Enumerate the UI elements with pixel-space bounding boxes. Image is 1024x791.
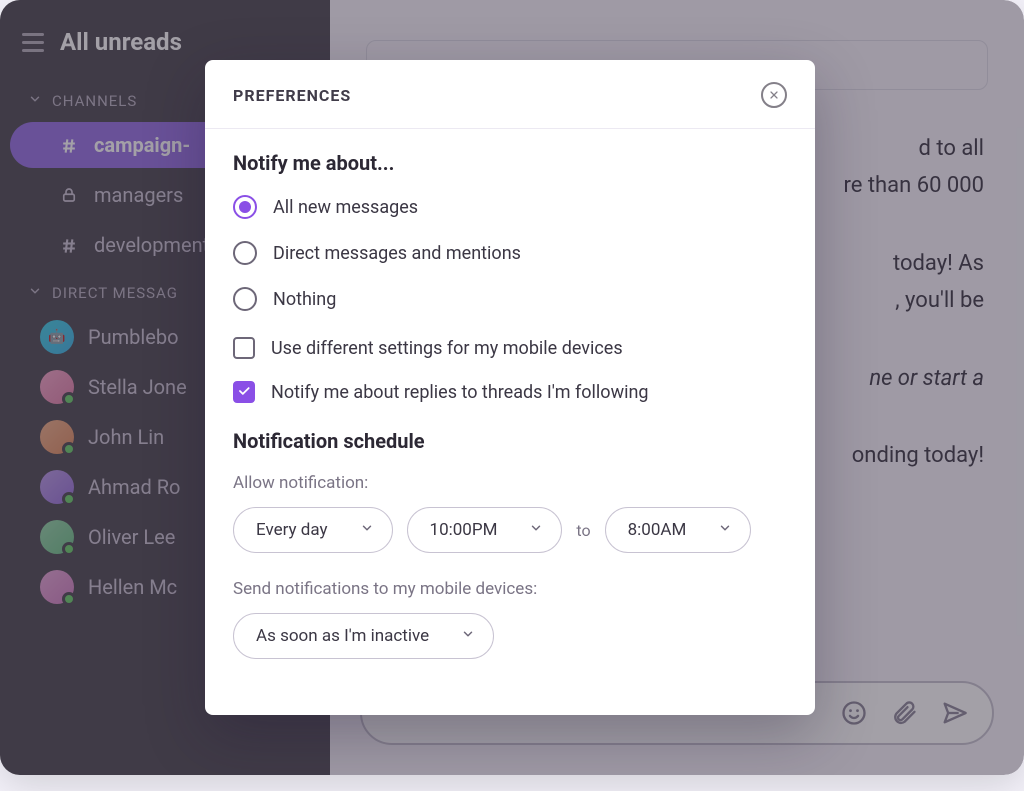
hash-icon <box>58 236 80 256</box>
dm-name: Hellen Mc <box>88 575 177 599</box>
mobile-send-label: Send notifications to my mobile devices: <box>233 579 787 599</box>
time-from-select[interactable]: 10:00PM <box>407 507 563 553</box>
to-label: to <box>576 521 590 540</box>
avatar <box>40 470 74 504</box>
checkbox-label: Notify me about replies to threads I'm f… <box>271 382 649 403</box>
avatar <box>40 370 74 404</box>
chevron-down-icon <box>718 520 732 540</box>
radio-all-new-messages[interactable]: All new messages <box>233 195 787 219</box>
radio-label: Nothing <box>273 289 336 310</box>
hash-icon <box>58 136 80 156</box>
checkbox-label: Use different settings for my mobile dev… <box>271 338 623 359</box>
allow-notification-label: Allow notification: <box>233 473 787 493</box>
schedule-heading: Notification schedule <box>233 429 787 453</box>
dm-name: John Lin <box>88 425 164 449</box>
frequency-select[interactable]: Every day <box>233 507 393 553</box>
radio-nothing[interactable]: Nothing <box>233 287 787 311</box>
chevron-down-icon <box>28 284 42 302</box>
sidebar-title: All unreads <box>60 28 182 56</box>
presence-indicator-icon <box>62 492 76 506</box>
presence-indicator-icon <box>62 592 76 606</box>
mobile-send-row: As soon as I'm inactive <box>233 613 787 659</box>
inactive-select[interactable]: As soon as I'm inactive <box>233 613 494 659</box>
chevron-down-icon <box>461 626 475 646</box>
avatar <box>40 420 74 454</box>
dm-name: Stella Jone <box>88 375 187 399</box>
time-to-select[interactable]: 8:00AM <box>605 507 752 553</box>
notify-radio-group: All new messages Direct messages and men… <box>233 195 787 311</box>
avatar: 🤖 <box>40 320 74 354</box>
dm-name: Oliver Lee <box>88 525 175 549</box>
avatar <box>40 570 74 604</box>
radio-icon <box>233 287 257 311</box>
dm-name: Pumblebo <box>88 325 179 349</box>
select-value: As soon as I'm inactive <box>256 626 429 646</box>
lock-icon <box>58 186 80 204</box>
select-value: 10:00PM <box>430 520 498 540</box>
chevron-down-icon <box>28 92 42 110</box>
close-icon <box>768 86 780 105</box>
select-value: Every day <box>256 520 328 540</box>
radio-label: Direct messages and mentions <box>273 243 521 264</box>
modal-title: PREFERENCES <box>233 86 351 105</box>
presence-indicator-icon <box>62 442 76 456</box>
schedule-row: Every day 10:00PM to 8:00AM <box>233 507 787 553</box>
checkbox-mobile-different[interactable]: Use different settings for my mobile dev… <box>233 337 787 359</box>
notify-heading: Notify me about... <box>233 151 787 175</box>
chevron-down-icon <box>360 520 374 540</box>
emoji-icon[interactable] <box>840 699 868 727</box>
dm-label: DIRECT MESSAG <box>52 284 178 302</box>
menu-icon[interactable] <box>22 33 44 52</box>
close-button[interactable] <box>761 82 787 108</box>
modal-header: PREFERENCES <box>205 60 815 129</box>
chevron-down-icon <box>529 520 543 540</box>
radio-icon <box>233 241 257 265</box>
presence-indicator-icon <box>62 542 76 556</box>
radio-label: All new messages <box>273 197 418 218</box>
radio-direct-mentions[interactable]: Direct messages and mentions <box>233 241 787 265</box>
presence-indicator-icon <box>62 392 76 406</box>
select-value: 8:00AM <box>628 520 687 540</box>
checkbox-icon <box>233 337 255 359</box>
preferences-modal: PREFERENCES Notify me about... All new m… <box>205 60 815 715</box>
send-icon[interactable] <box>940 699 968 727</box>
channels-label: CHANNELS <box>52 92 137 110</box>
attachment-icon[interactable] <box>890 699 918 727</box>
checkbox-icon <box>233 381 255 403</box>
checkbox-thread-replies[interactable]: Notify me about replies to threads I'm f… <box>233 381 787 403</box>
notify-checkbox-group: Use different settings for my mobile dev… <box>233 337 787 403</box>
radio-icon <box>233 195 257 219</box>
dm-name: Ahmad Ro <box>88 475 180 499</box>
avatar <box>40 520 74 554</box>
